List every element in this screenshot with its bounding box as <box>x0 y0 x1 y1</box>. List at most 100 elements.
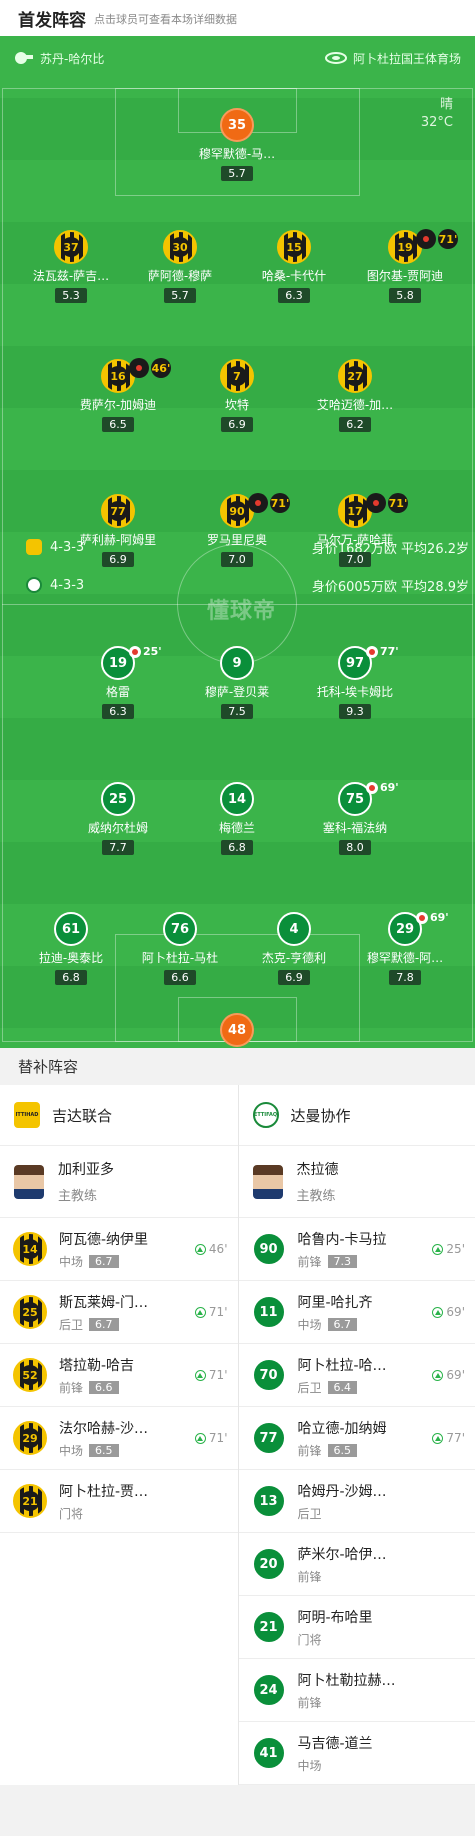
sub-in-time: 71' <box>194 1368 228 1382</box>
player-rating: 7.0 <box>339 552 371 567</box>
sub-out-badge: 46' <box>129 358 171 378</box>
sub-in-icon <box>432 1306 444 1318</box>
home-player[interactable]: 90 71' 罗马里尼奥 7.0 <box>172 493 302 567</box>
sub-player-row[interactable]: 24 阿卜杜勒拉赫… 前锋 <box>238 1659 475 1722</box>
jersey-number: 21 <box>20 1491 40 1511</box>
player-number-badge: 11 <box>251 1295 286 1329</box>
home-player[interactable]: 19 71' 图尔基-贾阿迪 5.8 <box>340 229 470 303</box>
player-name: 费萨尔-加姆迪 <box>79 398 157 412</box>
stadium-icon <box>324 52 347 64</box>
player-position: 门将 <box>297 1632 322 1647</box>
sub-player-row[interactable]: 21 阿卜杜拉-贾… 门将 <box>0 1470 238 1533</box>
away-player[interactable]: 48保罗-维克托7.4 <box>172 1013 302 1048</box>
away-player[interactable]: 29 69' 穆罕默德-阿… 7.8 <box>340 911 470 985</box>
sub-minute: 77' <box>380 645 399 658</box>
sub-player-row[interactable]: 20 萨米尔-哈伊… 前锋 <box>238 1533 475 1596</box>
sub-player-row[interactable]: 14 阿瓦德-纳伊里 中场 6.7 46' <box>0 1218 238 1281</box>
player-name: 穆罕默德-马… <box>198 147 276 161</box>
player-meta: 后卫 6.4 <box>298 1379 387 1396</box>
jersey-number: 52 <box>20 1365 40 1385</box>
player-rating: 6.6 <box>89 1380 119 1394</box>
sub-player-row[interactable]: 25 斯瓦莱姆-门… 后卫 6.7 71' <box>0 1281 238 1344</box>
sub-player-row[interactable]: 41 马吉德-道兰 中场 <box>238 1722 475 1785</box>
sub-out-icon <box>129 358 149 378</box>
player-name: 穆萨-登贝莱 <box>204 685 270 699</box>
home-player[interactable]: 35 穆罕默德-马… 5.7 <box>172 108 302 181</box>
player-position: 中场 <box>297 1758 322 1773</box>
sub-player-row[interactable]: 13 哈姆丹-沙姆… 后卫 <box>238 1470 475 1533</box>
sub-in-time: 69' <box>432 1368 465 1382</box>
home-player[interactable]: 77 萨利赫-阿姆里 6.9 <box>53 494 183 567</box>
away-team-header[interactable]: ETTIFAQ 达曼协作 <box>238 1085 475 1146</box>
player-position: 前锋 <box>297 1254 322 1269</box>
player-meta: 后卫 6.7 <box>59 1316 148 1333</box>
player-rating: 9.3 <box>339 704 371 719</box>
sub-minute: 69' <box>430 911 449 924</box>
player-position: 前锋 <box>59 1380 84 1395</box>
home-team-logo-icon <box>26 539 42 555</box>
player-meta: 后卫 <box>298 1505 387 1522</box>
away-player[interactable]: 76 阿卜杜拉-马杜 6.6 <box>115 912 245 985</box>
sub-minute: 71' <box>208 1305 228 1319</box>
away-coach[interactable]: 杰拉德 主教练 <box>238 1146 475 1218</box>
home-coach[interactable]: 加利亚多 主教练 <box>0 1146 238 1218</box>
player-position: 后卫 <box>59 1317 84 1332</box>
sub-player-info: 哈姆丹-沙姆… 后卫 <box>298 1481 387 1522</box>
sub-player-row[interactable]: 70 阿卜杜拉-哈… 后卫 6.4 69' <box>238 1344 475 1407</box>
home-player[interactable]: 7 坎特 6.9 <box>172 359 302 432</box>
sub-player-row[interactable]: 77 哈立德-加纳姆 前锋 6.5 77' <box>238 1407 475 1470</box>
home-player[interactable]: 27 艾哈迈德-加… 6.2 <box>290 359 420 432</box>
sub-minute: 71' <box>438 229 458 249</box>
player-rating: 5.3 <box>55 288 87 303</box>
player-meta: 中场 <box>298 1757 373 1774</box>
sub-in-time: 77' <box>432 1431 465 1445</box>
referee-info[interactable]: 苏丹-哈尔比 <box>14 50 104 67</box>
away-player[interactable]: 14 梅德兰 6.8 <box>172 782 302 855</box>
player-name: 阿明-布哈里 <box>297 1609 373 1626</box>
player-name: 萨利赫-阿姆里 <box>79 533 157 547</box>
sub-player-info: 阿里-哈扎齐 中场 6.7 <box>298 1292 373 1333</box>
player-rating: 6.9 <box>278 970 310 985</box>
sub-out-badge: 71' <box>416 229 458 249</box>
jersey-number: 90 <box>227 501 247 521</box>
player-name: 阿瓦德-纳伊里 <box>59 1231 149 1248</box>
sub-player-info: 阿明-布哈里 门将 <box>298 1607 373 1648</box>
sub-player-row[interactable]: 90 哈鲁内-卡马拉 前锋 7.3 25' <box>238 1218 475 1281</box>
away-player[interactable]: 75 69' 塞科-福法纳 8.0 <box>290 781 420 855</box>
player-meta: 前锋 <box>298 1568 387 1585</box>
away-player[interactable]: 25 威纳尔杜姆 7.7 <box>53 782 183 855</box>
player-number-badge: 21 <box>251 1610 286 1644</box>
sub-in-icon <box>194 1369 206 1381</box>
home-player[interactable]: 16 46' 费萨尔-加姆迪 6.5 <box>53 358 183 432</box>
sub-in-icon <box>194 1243 206 1255</box>
player-name: 罗马里尼奥 <box>206 533 267 547</box>
away-player[interactable]: 9 穆萨-登贝莱 7.5 <box>172 646 302 719</box>
sub-in-icon <box>194 1306 206 1318</box>
player-number-badge: 35 <box>220 108 254 142</box>
sub-minute: 25' <box>143 645 162 658</box>
home-team-header[interactable]: ITTIHAD 吉达联合 <box>0 1085 238 1146</box>
coach-role: 主教练 <box>296 1189 336 1204</box>
home-player[interactable]: 30 萨阿德-穆萨 5.7 <box>115 230 245 303</box>
sub-player-row[interactable]: 11 阿里-哈扎齐 中场 6.7 69' <box>238 1281 475 1344</box>
sub-player-row[interactable]: 29 法尔哈赫-沙… 中场 6.5 71' <box>0 1407 238 1470</box>
player-number-badge: 29 <box>13 1421 47 1455</box>
player-rating: 6.7 <box>89 1254 119 1268</box>
sub-player-row[interactable]: 21 阿明-布哈里 门将 <box>238 1596 475 1659</box>
stadium-info[interactable]: 阿卜杜拉国王体育场 <box>324 50 461 67</box>
player-rating: 7.0 <box>221 552 253 567</box>
jersey-number: 37 <box>61 237 81 257</box>
player-number-badge: 15 <box>277 230 311 264</box>
sub-minute: 77' <box>446 1431 465 1445</box>
player-number-badge: 14 <box>220 782 254 816</box>
sub-player-row[interactable]: 52 塔拉勒-哈吉 前锋 6.6 71' <box>0 1344 238 1407</box>
player-name: 斯瓦莱姆-门… <box>59 1294 149 1311</box>
player-meta: 前锋 7.3 <box>298 1253 387 1270</box>
avatar <box>252 1164 283 1199</box>
away-player[interactable]: 19 25' 格雷 6.3 <box>53 645 183 719</box>
match-info-bar: 苏丹-哈尔比 阿卜杜拉国王体育场 <box>0 44 475 72</box>
home-player[interactable]: 17 71' 马尔万-萨哈菲 7.0 <box>290 493 420 567</box>
avatar <box>14 1164 44 1199</box>
player-number-badge: 17 71' <box>338 493 408 528</box>
away-player[interactable]: 97 77' 托科-埃卡姆比 9.3 <box>290 645 420 719</box>
